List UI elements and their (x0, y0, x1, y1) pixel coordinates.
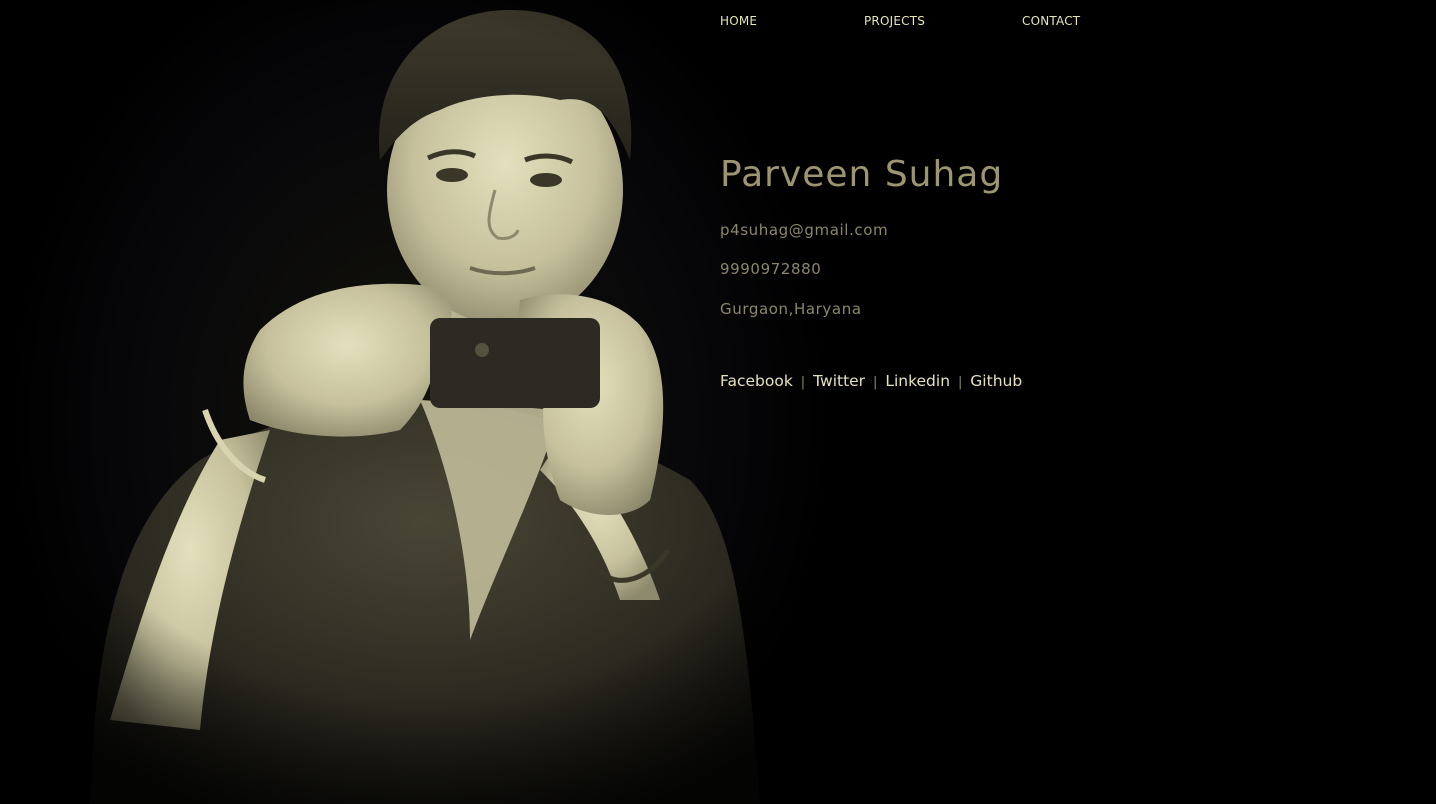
nav-contact-link[interactable]: CONTACT (1022, 14, 1080, 28)
nav-projects-link[interactable]: PROJECTS (864, 14, 925, 28)
profile-photo (0, 0, 940, 804)
social-separator: | (873, 375, 878, 390)
twitter-link[interactable]: Twitter (813, 372, 865, 390)
nav-home-link[interactable]: HOME (720, 14, 757, 28)
profile-info: Parveen Suhag p4suhag@gmail.com 99909728… (720, 150, 1220, 390)
social-separator: | (957, 375, 963, 390)
profile-location: Gurgaon,Haryana (720, 300, 862, 318)
facebook-link[interactable]: Facebook (720, 372, 793, 390)
profile-name: Parveen Suhag (720, 154, 1004, 195)
profile-email: p4suhag@gmail.com (720, 221, 889, 239)
linkedin-link[interactable]: Linkedin (885, 372, 950, 390)
github-link[interactable]: Github (970, 372, 1022, 390)
social-separator: | (800, 375, 806, 390)
profile-phone: 9990972880 (720, 260, 822, 278)
page: HOME PROJECTS CONTACT Parveen Suhag p4su… (0, 0, 1436, 804)
social-links: Facebook | Twitter | Linkedin | Github (720, 372, 1022, 390)
